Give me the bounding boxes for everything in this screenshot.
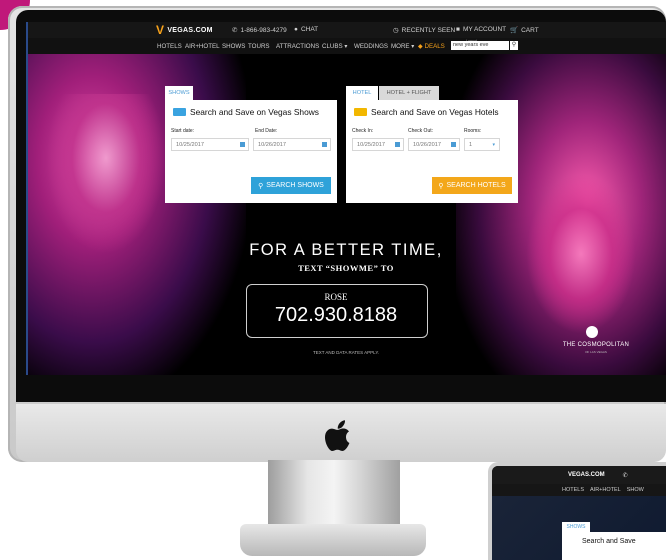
hero-art-left-highlight	[46, 94, 166, 254]
chevron-down-icon: ▾	[409, 43, 415, 50]
monitor-stand	[268, 460, 400, 530]
rooms-label: Rooms:	[464, 128, 482, 134]
nav-more[interactable]: MORE ▾	[391, 43, 414, 50]
nav-shows[interactable]: SHOWS	[222, 43, 245, 50]
phone-icon: ✆	[622, 472, 628, 479]
chat-link[interactable]: ● CHAT	[294, 26, 318, 33]
start-date-value: 10/25/2017	[176, 142, 204, 148]
m2-tab-shows: SHOWS	[562, 522, 590, 532]
check-in-label: Check In:	[352, 128, 374, 134]
clock-icon: ◷	[393, 27, 399, 34]
nav-air-hotel[interactable]: AIR+HOTEL	[185, 43, 220, 50]
hotels-panel-title-text: Search and Save on Vegas Hotels	[371, 107, 499, 117]
cosmopolitan-logo-icon	[586, 326, 598, 338]
chevron-down-icon: ▾	[342, 43, 348, 50]
calendar-icon	[322, 142, 327, 147]
chat-label: CHAT	[300, 26, 319, 33]
nav-clubs[interactable]: CLUBS ▾	[322, 43, 347, 50]
nav-more-label: MORE	[391, 43, 410, 50]
search-hotels-label: SEARCH HOTELS	[446, 182, 506, 189]
search-icon[interactable]: ⚲	[510, 41, 518, 50]
account-icon: ■	[456, 26, 460, 33]
search-input[interactable]: new years eve	[451, 41, 509, 50]
start-date-label: Start date:	[171, 128, 195, 134]
select-arrows-icon: ▾	[492, 142, 495, 148]
calendar-icon	[240, 142, 245, 147]
promo-headline: FOR A BETTER TIME,	[249, 241, 443, 259]
nav-tours[interactable]: TOURS	[248, 43, 270, 50]
recently-seen-link[interactable]: ◷ RECENTLY SEEN	[393, 26, 456, 35]
search-hotels-button[interactable]: ⚲ SEARCH HOTELS	[432, 177, 512, 194]
nav-clubs-label: CLUBS	[322, 43, 343, 50]
hotels-panel-title: Search and Save on Vegas Hotels	[354, 107, 499, 117]
sponsor-name: THE COSMOPOLITAN	[562, 342, 630, 348]
check-in-field[interactable]: 10/25/2017	[352, 138, 404, 151]
phone-icon: ✆	[232, 27, 238, 34]
m2-panel-title: Search and Save	[582, 538, 636, 545]
cart-icon: 🛒	[510, 27, 519, 34]
search-icon: ⚲	[438, 182, 444, 190]
search-shows-label: SEARCH SHOWS	[266, 182, 324, 189]
rooms-value: 1	[469, 142, 473, 148]
rooms-select[interactable]: 1 ▾	[464, 138, 500, 151]
m2-topbar: VEGAS.COM ✆	[492, 466, 666, 484]
calendar-icon	[451, 142, 456, 147]
top-utility-bar: V VEGAS.COM ✆ 1-866-983-4279 ● CHAT ◷ RE…	[26, 22, 666, 38]
m2-nav-shows: SHOW	[626, 487, 644, 493]
check-in-value: 10/25/2017	[357, 142, 385, 148]
m2-nav-hotels: HOTELS	[562, 487, 585, 493]
logo-v-icon: V	[156, 23, 165, 37]
check-out-field[interactable]: 10/26/2017	[408, 138, 460, 151]
cart-label: CART	[521, 26, 539, 34]
m2-nav-air-hotel: AIR+HOTEL	[590, 487, 621, 493]
m2-nav: HOTELS AIR+HOTEL SHOW	[492, 484, 666, 496]
chat-bubble-icon: ●	[294, 26, 298, 33]
shows-search-panel: Search and Save on Vegas Shows Start dat…	[165, 100, 337, 203]
start-date-field[interactable]: 10/25/2017	[171, 138, 249, 151]
recently-seen-label: RECENTLY SEEN	[401, 26, 456, 34]
nav-hotels[interactable]: HOTELS	[157, 43, 182, 50]
my-account-label: MY ACCOUNT	[462, 26, 507, 33]
site-logo[interactable]: V VEGAS.COM	[156, 23, 213, 37]
shows-panel-title: Search and Save on Vegas Shows	[173, 107, 319, 117]
sponsor-subtitle: OF LAS VEGAS	[585, 350, 607, 354]
promo-subheadline: TEXT “SHOWME” TO	[298, 263, 394, 273]
apple-logo-icon	[325, 420, 350, 451]
tab-hotel-flight[interactable]: HOTEL + FLIGHT	[379, 86, 439, 100]
shows-panel-title-text: Search and Save on Vegas Shows	[190, 107, 319, 117]
hero-banner: SHOWS Search and Save on Vegas Shows Sta…	[26, 54, 666, 375]
check-out-label: Check Out:	[408, 128, 434, 134]
brand-name: VEGAS.COM	[167, 26, 213, 34]
tab-shows[interactable]: SHOWS	[165, 86, 193, 100]
tab-hotel[interactable]: HOTEL	[346, 86, 378, 100]
nav-attractions[interactable]: ATTRACTIONS	[276, 43, 319, 50]
promo-phone-number: 702.930.8188	[274, 304, 398, 326]
ticket-icon	[173, 108, 186, 116]
end-date-label: End Date:	[255, 128, 278, 134]
nav-weddings[interactable]: WEDDINGS	[354, 43, 388, 50]
my-account-link[interactable]: ■ MY ACCOUNT	[456, 26, 506, 33]
check-out-value: 10/26/2017	[413, 142, 441, 148]
nav-deals[interactable]: ◆ DEALS	[418, 43, 445, 50]
bed-icon	[354, 108, 367, 116]
nav-deals-label: DEALS	[424, 43, 445, 50]
main-nav: Logout HOTELS AIR+HOTEL SHOWS TOURS ATTR…	[26, 38, 666, 54]
secondary-monitor: VEGAS.COM ✆ HOTELS AIR+HOTEL SHOW SHOWS …	[488, 462, 666, 560]
search-icon: ⚲	[258, 182, 264, 190]
monitor-stand-base	[240, 524, 426, 556]
search-shows-button[interactable]: ⚲ SEARCH SHOWS	[251, 177, 331, 194]
cart-link[interactable]: 🛒 CART	[510, 26, 539, 35]
browser-screen: V VEGAS.COM ✆ 1-866-983-4279 ● CHAT ◷ RE…	[26, 22, 666, 375]
promo-code-word: ROSE	[324, 292, 348, 302]
calendar-icon	[395, 142, 400, 147]
end-date-value: 10/26/2017	[258, 142, 286, 148]
screen-edge	[26, 22, 28, 375]
end-date-field[interactable]: 10/26/2017	[253, 138, 331, 151]
phone-number: 1-866-983-4279	[240, 26, 287, 34]
phone-link[interactable]: ✆ 1-866-983-4279	[232, 26, 287, 35]
hotels-search-panel: Search and Save on Vegas Hotels Check In…	[346, 100, 518, 203]
m2-brand: VEGAS.COM	[568, 472, 605, 478]
